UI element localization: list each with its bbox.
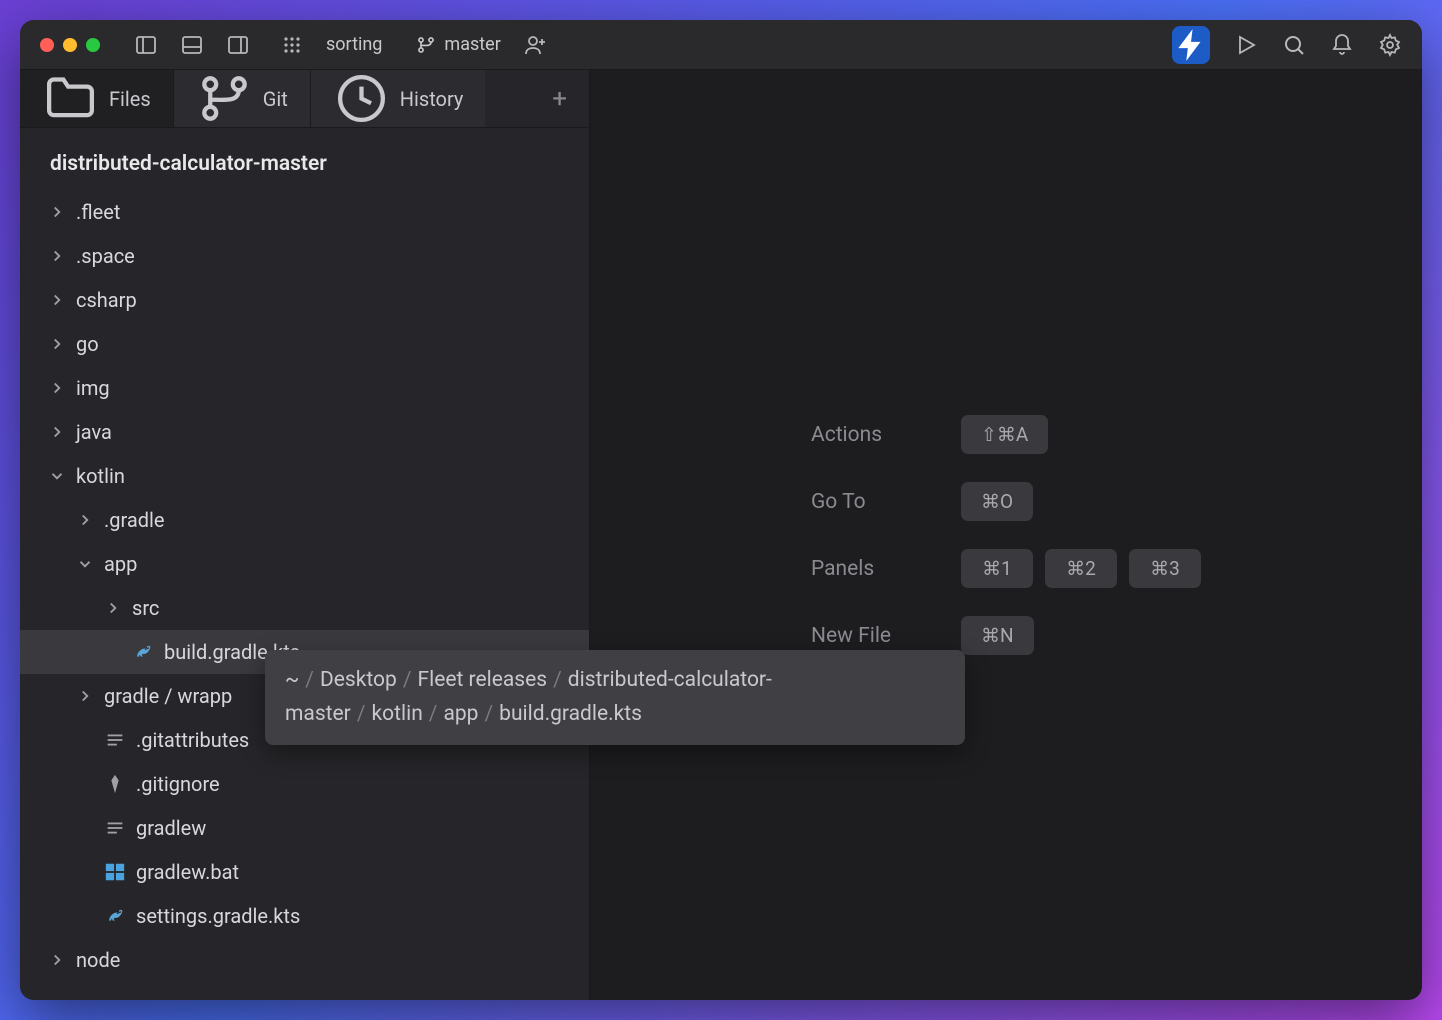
file-path-tooltip: ~/Desktop/Fleet releases/distributed-cal… bbox=[265, 650, 965, 745]
project-name[interactable]: sorting bbox=[326, 34, 382, 55]
tab-files[interactable]: Files bbox=[20, 70, 173, 127]
chevron-icon bbox=[76, 687, 94, 705]
sidebar: Files Git History + distributed-calculat… bbox=[20, 70, 590, 1000]
text-icon bbox=[104, 729, 126, 751]
minimize-window-button[interactable] bbox=[63, 38, 77, 52]
add-tab-button[interactable]: + bbox=[552, 84, 567, 114]
tree-node-label: kotlin bbox=[76, 464, 125, 488]
tree-node-label: .fleet bbox=[76, 200, 120, 224]
hint-newfile-label: New File bbox=[811, 624, 911, 648]
tree-node-label: gradlew.bat bbox=[136, 860, 239, 884]
tree-node-label: .gitattributes bbox=[136, 728, 249, 752]
chevron-icon bbox=[48, 291, 66, 309]
tree-node[interactable]: app bbox=[20, 542, 589, 586]
tree-node[interactable]: csharp bbox=[20, 278, 589, 322]
tree-node-label: gradlew bbox=[136, 816, 206, 840]
branch-indicator[interactable]: master bbox=[416, 34, 500, 55]
app-window: sorting master Files Git bbox=[20, 20, 1422, 1000]
editor-area: Actions ⇧⌘A Go To ⌘O Panels ⌘1 ⌘2 ⌘3 N bbox=[590, 70, 1422, 1000]
notifications-icon[interactable] bbox=[1330, 33, 1354, 57]
gradle-icon bbox=[104, 905, 126, 927]
hint-actions: Actions ⇧⌘A bbox=[811, 415, 1201, 454]
tab-git[interactable]: Git bbox=[173, 70, 310, 127]
titlebar: sorting master bbox=[20, 20, 1422, 70]
tab-history-label: History bbox=[400, 87, 464, 111]
branch-name: master bbox=[444, 34, 500, 55]
tab-git-label: Git bbox=[263, 87, 288, 111]
chevron-icon bbox=[104, 599, 122, 617]
chevron-icon bbox=[48, 423, 66, 441]
panel-right-icon[interactable] bbox=[226, 33, 250, 57]
tab-files-label: Files bbox=[109, 87, 151, 111]
tree-node[interactable]: gradlew bbox=[20, 806, 589, 850]
tree-node[interactable]: .gitignore bbox=[20, 762, 589, 806]
windows-icon bbox=[104, 861, 126, 883]
tree-node[interactable]: .space bbox=[20, 234, 589, 278]
search-icon[interactable] bbox=[1282, 33, 1306, 57]
chevron-icon bbox=[48, 951, 66, 969]
tree-node-label: gradle / wrapp bbox=[104, 684, 232, 708]
tree-node[interactable]: go bbox=[20, 322, 589, 366]
hint-goto-label: Go To bbox=[811, 490, 911, 514]
tree-node-label: node bbox=[76, 948, 120, 972]
hint-panels: Panels ⌘1 ⌘2 ⌘3 bbox=[811, 549, 1201, 588]
hint-actions-key: ⇧⌘A bbox=[961, 415, 1048, 454]
hint-goto-key: ⌘O bbox=[961, 482, 1033, 521]
chevron-icon bbox=[76, 555, 94, 573]
file-tree: distributed-calculator-master .fleet .spa… bbox=[20, 128, 589, 1000]
apps-grid-icon[interactable] bbox=[280, 33, 304, 57]
hint-actions-label: Actions bbox=[811, 423, 911, 447]
tree-node-label: src bbox=[132, 596, 159, 620]
tree-node[interactable]: src bbox=[20, 586, 589, 630]
tree-node-label: .gradle bbox=[104, 508, 165, 532]
tree-root-label[interactable]: distributed-calculator-master bbox=[20, 146, 589, 190]
add-user-icon[interactable] bbox=[523, 33, 547, 57]
tree-node[interactable]: gradlew.bat bbox=[20, 850, 589, 894]
tree-node-label: go bbox=[76, 332, 99, 356]
tree-node-label: csharp bbox=[76, 288, 137, 312]
run-icon[interactable] bbox=[1234, 33, 1258, 57]
tree-node-label: settings.gradle.kts bbox=[136, 904, 300, 928]
chevron-icon bbox=[48, 247, 66, 265]
hint-newfile-key: ⌘N bbox=[961, 616, 1034, 655]
chevron-icon bbox=[48, 203, 66, 221]
tree-node-label: .gitignore bbox=[136, 772, 220, 796]
tree-node-label: java bbox=[76, 420, 112, 444]
tree-node[interactable]: node bbox=[20, 938, 589, 982]
hint-panels-key-2: ⌘2 bbox=[1045, 549, 1117, 588]
content-area: Files Git History + distributed-calculat… bbox=[20, 70, 1422, 1000]
text-icon bbox=[104, 817, 126, 839]
chevron-icon bbox=[76, 511, 94, 529]
tree-node[interactable]: .gradle bbox=[20, 498, 589, 542]
gradle-icon bbox=[132, 641, 154, 663]
maximize-window-button[interactable] bbox=[86, 38, 100, 52]
sidebar-tabs: Files Git History + bbox=[20, 70, 589, 128]
tree-node[interactable]: java bbox=[20, 410, 589, 454]
settings-icon[interactable] bbox=[1378, 33, 1402, 57]
smart-mode-button[interactable] bbox=[1172, 26, 1210, 64]
tree-node-label: img bbox=[76, 376, 110, 400]
hint-panels-key-3: ⌘3 bbox=[1129, 549, 1201, 588]
panel-bottom-icon[interactable] bbox=[180, 33, 204, 57]
tree-node[interactable]: settings.gradle.kts bbox=[20, 894, 589, 938]
tree-node[interactable]: kotlin bbox=[20, 454, 589, 498]
hint-goto: Go To ⌘O bbox=[811, 482, 1201, 521]
tree-node[interactable]: .fleet bbox=[20, 190, 589, 234]
close-window-button[interactable] bbox=[40, 38, 54, 52]
panel-toggle-group bbox=[134, 33, 250, 57]
welcome-hints: Actions ⇧⌘A Go To ⌘O Panels ⌘1 ⌘2 ⌘3 N bbox=[811, 415, 1201, 655]
chevron-icon bbox=[48, 335, 66, 353]
tree-node[interactable]: img bbox=[20, 366, 589, 410]
hint-panels-key-1: ⌘1 bbox=[961, 549, 1033, 588]
tree-node-label: app bbox=[104, 552, 137, 576]
hint-panels-label: Panels bbox=[811, 557, 911, 581]
tree-node-label: .space bbox=[76, 244, 135, 268]
diamond-icon bbox=[104, 773, 126, 795]
panel-left-icon[interactable] bbox=[134, 33, 158, 57]
traffic-lights bbox=[40, 38, 100, 52]
tab-history[interactable]: History bbox=[310, 70, 486, 127]
chevron-icon bbox=[48, 467, 66, 485]
chevron-icon bbox=[48, 379, 66, 397]
